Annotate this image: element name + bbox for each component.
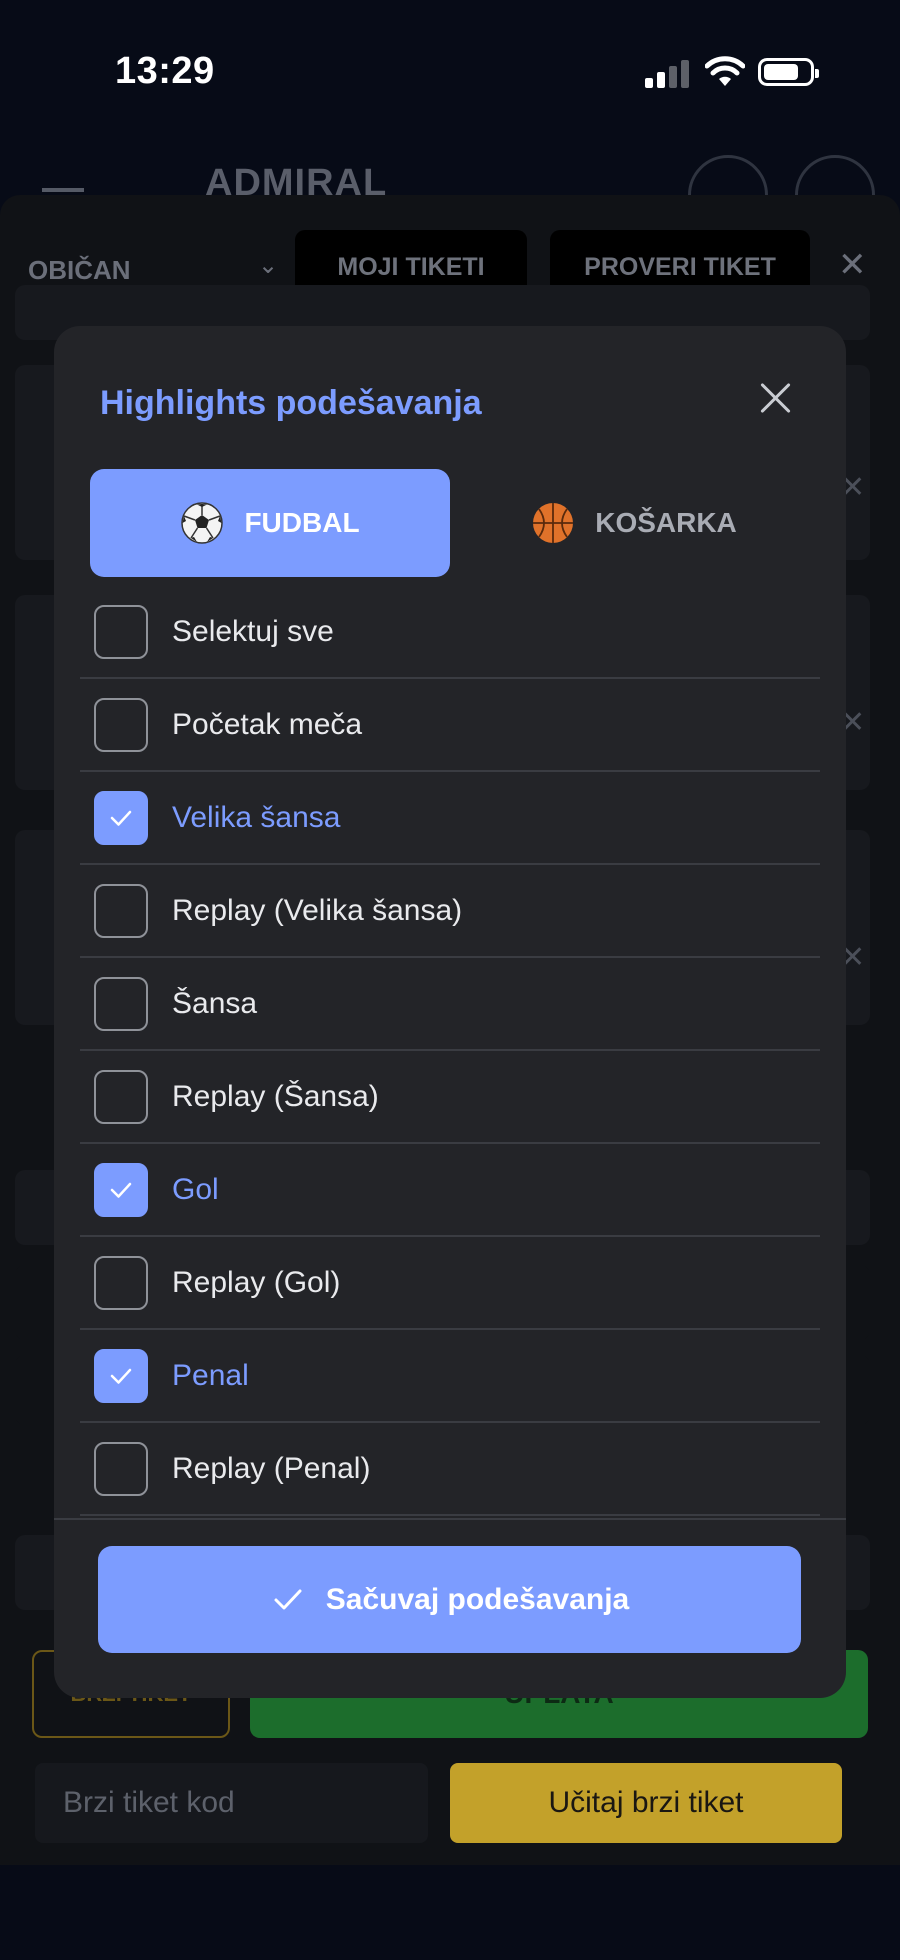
option-label: Replay (Velika šansa) [172,893,463,927]
ticket-type-select[interactable]: OBIČAN [28,255,131,286]
checkbox[interactable] [94,697,148,752]
wifi-icon [705,56,745,86]
basketball-icon [533,503,574,543]
chevron-down-icon: ⌄ [258,252,279,279]
highlight-options-list: Selektuj sve Početak meča Velika šansa R… [80,586,820,1516]
option-label: Penal [172,1358,249,1392]
close-panel-icon[interactable]: ✕ [838,245,867,285]
option-label: Selektuj sve [172,614,334,648]
checkmark-icon [274,1589,302,1609]
option-label: Replay (Šansa) [172,1079,379,1113]
option-label: Početak meča [172,707,363,741]
option-big-chance[interactable]: Velika šansa [80,772,820,865]
option-goal[interactable]: Gol [80,1144,820,1237]
option-replay-penalty[interactable]: Replay (Penal) [80,1423,820,1516]
option-label: Gol [172,1172,219,1206]
checkbox[interactable] [94,976,148,1031]
status-bar: 13:29 [0,0,900,150]
option-penalty[interactable]: Penal [80,1330,820,1423]
cellular-signal-icon [645,60,689,88]
checkbox-checked[interactable] [94,1162,148,1217]
checkbox[interactable] [94,1255,148,1310]
option-replay-big-chance[interactable]: Replay (Velika šansa) [80,865,820,958]
modal-title: Highlights podešavanja [100,384,482,422]
status-time: 13:29 [115,50,215,92]
checkmark-icon [110,1368,132,1384]
checkbox[interactable] [94,604,148,659]
option-label: Velika šansa [172,800,341,834]
highlights-settings-modal: Highlights podešavanja FUDBAL KOŠARKA Se… [54,326,846,1698]
option-label: Replay (Penal) [172,1451,371,1485]
checkbox-checked[interactable] [94,1348,148,1403]
save-settings-button[interactable]: Sačuvaj podešavanja [98,1546,801,1653]
option-label: Šansa [172,986,258,1020]
checkbox[interactable] [94,883,148,938]
fast-ticket-code-input[interactable] [35,1763,428,1843]
option-chance[interactable]: Šansa [80,958,820,1051]
option-replay-chance[interactable]: Replay (Šansa) [80,1051,820,1144]
load-fast-ticket-button[interactable]: Učitaj brzi tiket [450,1763,842,1843]
tab-football[interactable]: FUDBAL [90,469,450,577]
option-replay-goal[interactable]: Replay (Gol) [80,1237,820,1330]
tab-label: FUDBAL [244,507,360,538]
option-label: Replay (Gol) [172,1265,341,1299]
save-settings-label: Sačuvaj podešavanja [325,1582,630,1616]
option-match-start[interactable]: Početak meča [80,679,820,772]
close-modal-icon[interactable] [754,376,798,420]
checkbox[interactable] [94,1069,148,1124]
option-select-all[interactable]: Selektuj sve [80,586,820,679]
checkmark-icon [110,1182,132,1198]
checkbox[interactable] [94,1441,148,1496]
soccer-ball-icon [181,502,224,544]
tab-basketball[interactable]: KOŠARKA [454,469,814,577]
checkbox-checked[interactable] [94,790,148,845]
menu-icon[interactable] [42,188,84,192]
battery-icon [758,58,819,86]
checkmark-icon [110,810,132,826]
tab-label: KOŠARKA [595,507,737,538]
footer-divider [54,1518,846,1520]
